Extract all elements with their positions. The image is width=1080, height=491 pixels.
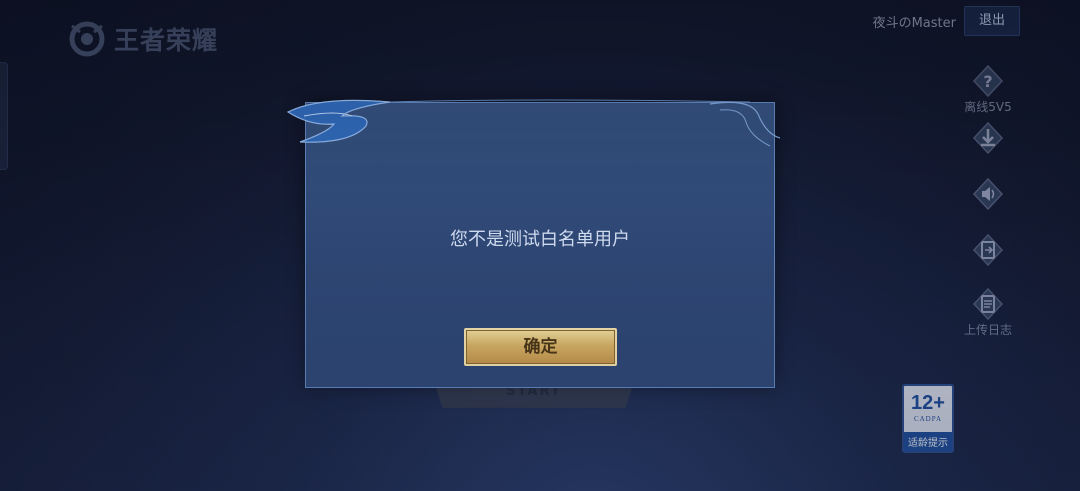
dialog-message: 您不是测试白名单用户 — [450, 229, 630, 250]
confirm-button[interactable]: 确定 — [464, 328, 617, 366]
app-screen: 王者荣耀 夜斗のMaster 退出 ? 离线5V5 上传日志 START 12+… — [0, 0, 1080, 491]
dialog-cloud-ornament-icon — [286, 99, 780, 147]
